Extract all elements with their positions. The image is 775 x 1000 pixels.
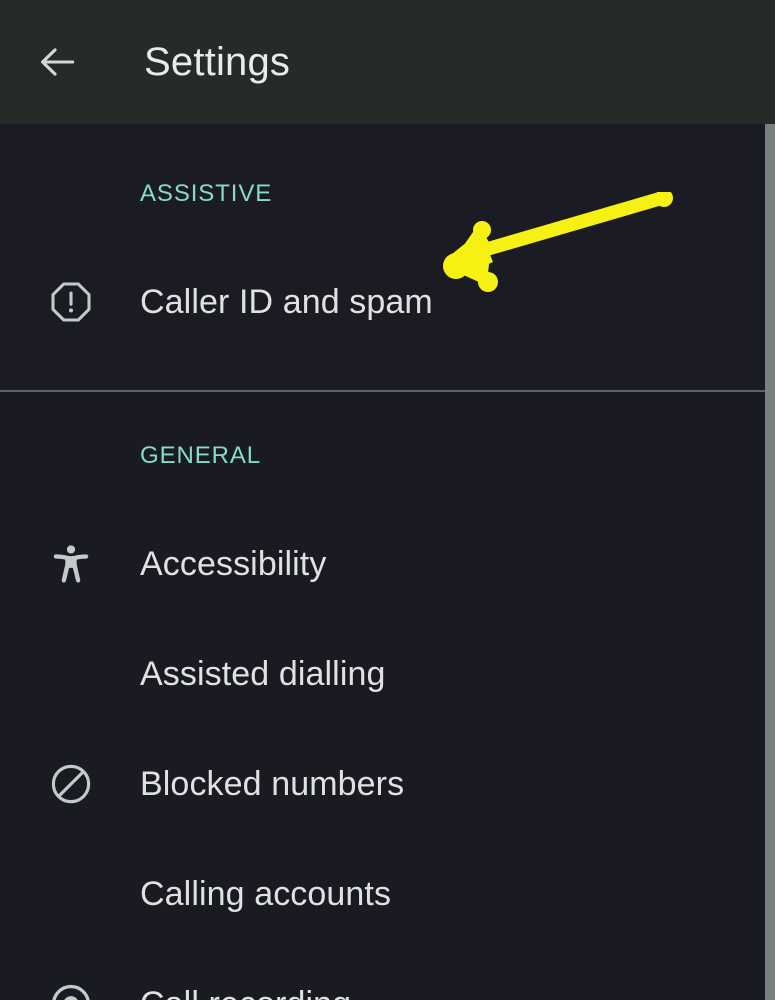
section-header-assistive: ASSISTIVE	[140, 180, 273, 207]
arrow-left-icon	[36, 40, 80, 84]
block-circle-slash-icon	[0, 761, 140, 807]
app-bar: Settings	[0, 0, 775, 124]
settings-row-assisted-dialling[interactable]: Assisted dialling	[0, 622, 775, 726]
settings-row-label: Calling accounts	[140, 875, 392, 913]
settings-row-label: Accessibility	[140, 545, 327, 583]
settings-row-label: Blocked numbers	[140, 765, 405, 803]
settings-row-label: Caller ID and spam	[140, 283, 433, 321]
accessibility-icon	[0, 541, 140, 587]
settings-scroll-area[interactable]: ASSISTIVE Caller ID and spam GENERAL Acc…	[0, 124, 775, 1000]
settings-row-calling-accounts[interactable]: Calling accounts	[0, 842, 775, 946]
back-button[interactable]	[30, 34, 86, 90]
assistive-bottom-spacer	[0, 358, 775, 390]
section-assistive: ASSISTIVE Caller ID and spam	[0, 124, 775, 390]
settings-row-blocked-numbers[interactable]: Blocked numbers	[0, 732, 775, 836]
settings-row-label: Assisted dialling	[140, 655, 386, 693]
record-dot-icon	[0, 981, 140, 1000]
settings-row-label: Call recording	[140, 987, 351, 1000]
section-general: GENERAL Accessibility Assisted dialling	[0, 392, 775, 1000]
section-header-general: GENERAL	[140, 442, 262, 469]
settings-row-caller-id-and-spam[interactable]: Caller ID and spam	[0, 246, 775, 358]
page-title: Settings	[144, 40, 291, 84]
settings-row-accessibility[interactable]: Accessibility	[0, 512, 775, 616]
vertical-scrollbar[interactable]	[765, 124, 775, 1000]
report-spam-octagon-icon	[0, 279, 140, 325]
scrollbar-thumb[interactable]	[765, 124, 775, 1000]
settings-row-call-recording[interactable]: Call recording	[0, 952, 775, 1000]
